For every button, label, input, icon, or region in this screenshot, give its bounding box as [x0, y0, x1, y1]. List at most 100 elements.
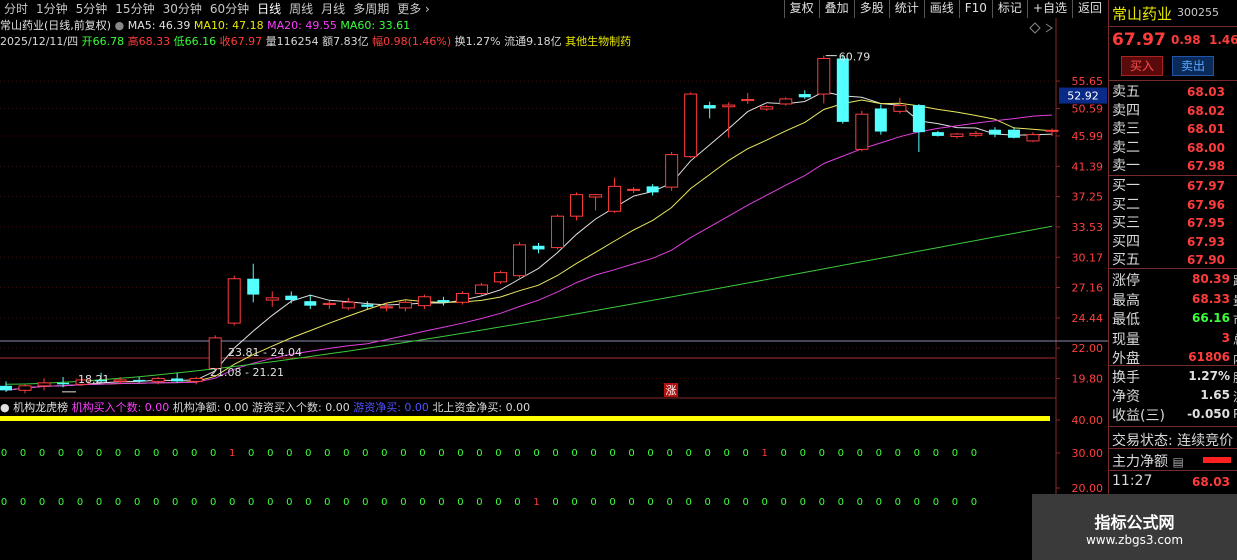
tab-7[interactable]: 周线 [285, 0, 317, 18]
chart-tools: 复权 叠加 多股 统计 画线 F10 标记 +自选 返回 [783, 0, 1107, 18]
bar-change: 幅0.98(1.46%) [372, 35, 452, 48]
ask-price: 68.02 [1187, 103, 1225, 118]
divider [1109, 80, 1237, 81]
candle-body-up [779, 98, 793, 105]
price-tick-label: 19.80 [1072, 372, 1104, 385]
indicator-flag-0: 0 [514, 448, 520, 459]
indicator-legend: ● 机构龙虎榜 机构买入个数: 0.00 机构净额: 0.00 游资买入个数: … [0, 400, 530, 416]
ask-row[interactable]: 卖二 68.00 [1109, 139, 1237, 157]
tab-6[interactable]: 日线 [253, 0, 285, 18]
settings-icon[interactable]: ● [115, 19, 125, 32]
price-tick-label: 27.16 [1072, 282, 1104, 295]
divider [1109, 448, 1237, 449]
price-tick-label: 22.00 [1072, 342, 1104, 355]
kline-chart[interactable]: 55.65 50.59 45.99 41.39 37.25 33.53 30.17 27.16… [0, 0, 1237, 560]
candle-body-up [37, 382, 51, 387]
ma-legend: 常山药业(日线,前复权) ● MA5: 46.39 MA10: 47.18 MA… [0, 18, 410, 34]
buy-button[interactable]: 买入 [1121, 56, 1163, 76]
candle-body-up [512, 244, 526, 277]
list-icon[interactable]: ▤ [1172, 455, 1183, 469]
indicator-flag-0: 0 [876, 448, 882, 459]
tool-7[interactable]: +自选 [1026, 0, 1072, 18]
candle-body-up [684, 93, 698, 158]
bid-row[interactable]: 买五 67.90 [1109, 251, 1237, 269]
indicator-flag-0: 0 [533, 448, 539, 459]
indicator-flag-0: 0 [362, 448, 368, 459]
ask-row[interactable]: 卖三 68.01 [1109, 120, 1237, 138]
watermark-title: 指标公式网 [1094, 513, 1175, 532]
indicator-flag-1: 0 [457, 497, 463, 508]
candle-body-down [988, 129, 1001, 135]
stat-value: 1.65 [1200, 388, 1230, 402]
indicator-axis-label: 30.00 [1072, 447, 1104, 460]
ask-row[interactable]: 卖五 68.03 [1109, 83, 1237, 101]
tool-4[interactable]: 画线 [923, 0, 959, 18]
indicator-flag-1: 0 [476, 497, 482, 508]
limit-up-badge-label: 涨 [666, 384, 677, 397]
tool-5[interactable]: F10 [958, 0, 992, 18]
indicator-settings-icon[interactable]: ● [0, 401, 10, 414]
indicator-flag-1: 0 [857, 497, 863, 508]
tab-2[interactable]: 5分钟 [72, 0, 112, 18]
candle-body-down [361, 304, 374, 307]
indicator-flag-1: 0 [571, 497, 577, 508]
candle-body-down [836, 58, 849, 122]
bar-volume: 量116254 [265, 35, 319, 48]
candle-body-down [703, 105, 716, 109]
candle-body-up [1026, 134, 1040, 142]
sell-button[interactable]: 卖出 [1172, 56, 1214, 76]
indicator-flag-0: 0 [77, 448, 83, 459]
bid-row[interactable]: 买四 67.93 [1109, 233, 1237, 251]
bid-row[interactable]: 买一 67.97 [1109, 177, 1237, 195]
ma5-line [5, 91, 1053, 391]
tab-3[interactable]: 15分钟 [111, 0, 158, 18]
ask-row[interactable]: 卖四 68.02 [1109, 102, 1237, 120]
candle-body-up [741, 99, 755, 102]
tool-3[interactable]: 统计 [888, 0, 924, 18]
divider [1109, 365, 1237, 366]
stat-tail: 市 [1233, 311, 1237, 328]
tab-8[interactable]: 月线 [317, 0, 349, 18]
bar-float: 流通9.18亿 [504, 35, 562, 48]
indicator-flag-1: 0 [838, 497, 844, 508]
ask-price: 68.00 [1187, 140, 1225, 155]
tab-0[interactable]: 分时 [0, 0, 32, 18]
bid-row[interactable]: 买三 67.95 [1109, 214, 1237, 232]
diamond-icon [1029, 22, 1041, 34]
tab-1[interactable]: 1分钟 [32, 0, 72, 18]
bid-label: 买一 [1112, 178, 1140, 194]
tool-1[interactable]: 叠加 [818, 0, 854, 18]
indicator-flag-1: 0 [381, 497, 387, 508]
price-tick-label: 24.44 [1072, 312, 1104, 325]
tab-10[interactable]: 更多 › [393, 0, 434, 18]
stat-tail: 流 [1233, 388, 1237, 405]
price-tick-label: 33.53 [1072, 221, 1104, 234]
indicator-flag-0: 0 [39, 448, 45, 459]
bid-row[interactable]: 买二 67.96 [1109, 196, 1237, 214]
indicator-item-0: 机构买入个数: 0.00 [71, 401, 170, 414]
tool-8[interactable]: 返回 [1071, 0, 1107, 18]
candle-body-down [57, 382, 70, 385]
candle-body-up [113, 379, 127, 382]
indicator-flag-0: 0 [685, 448, 691, 459]
tool-2[interactable]: 多股 [853, 0, 889, 18]
current-price-tag-label: 52.92 [1067, 90, 1099, 103]
candle-body-up [855, 113, 869, 150]
tab-5[interactable]: 60分钟 [206, 0, 253, 18]
main-net-bar [1203, 457, 1231, 463]
candle-body-up [760, 106, 774, 110]
indicator-flag-0: 0 [115, 448, 121, 459]
stat-tail: 总 [1233, 331, 1237, 348]
tab-4[interactable]: 30分钟 [159, 0, 206, 18]
tab-9[interactable]: 多周期 [349, 0, 393, 18]
indicator-flag-0: 0 [20, 448, 26, 459]
tool-0[interactable]: 复权 [783, 0, 819, 18]
candle-body-up [551, 215, 565, 249]
indicator-name[interactable]: 机构龙虎榜 [13, 401, 68, 414]
indicator-flag-1: 0 [724, 497, 730, 508]
ask-row[interactable]: 卖一 67.98 [1109, 157, 1237, 175]
indicator-flag-0: 0 [952, 448, 958, 459]
bid-label: 买三 [1112, 215, 1140, 232]
indicator-flag-0: 0 [191, 448, 197, 459]
tool-6[interactable]: 标记 [991, 0, 1027, 18]
